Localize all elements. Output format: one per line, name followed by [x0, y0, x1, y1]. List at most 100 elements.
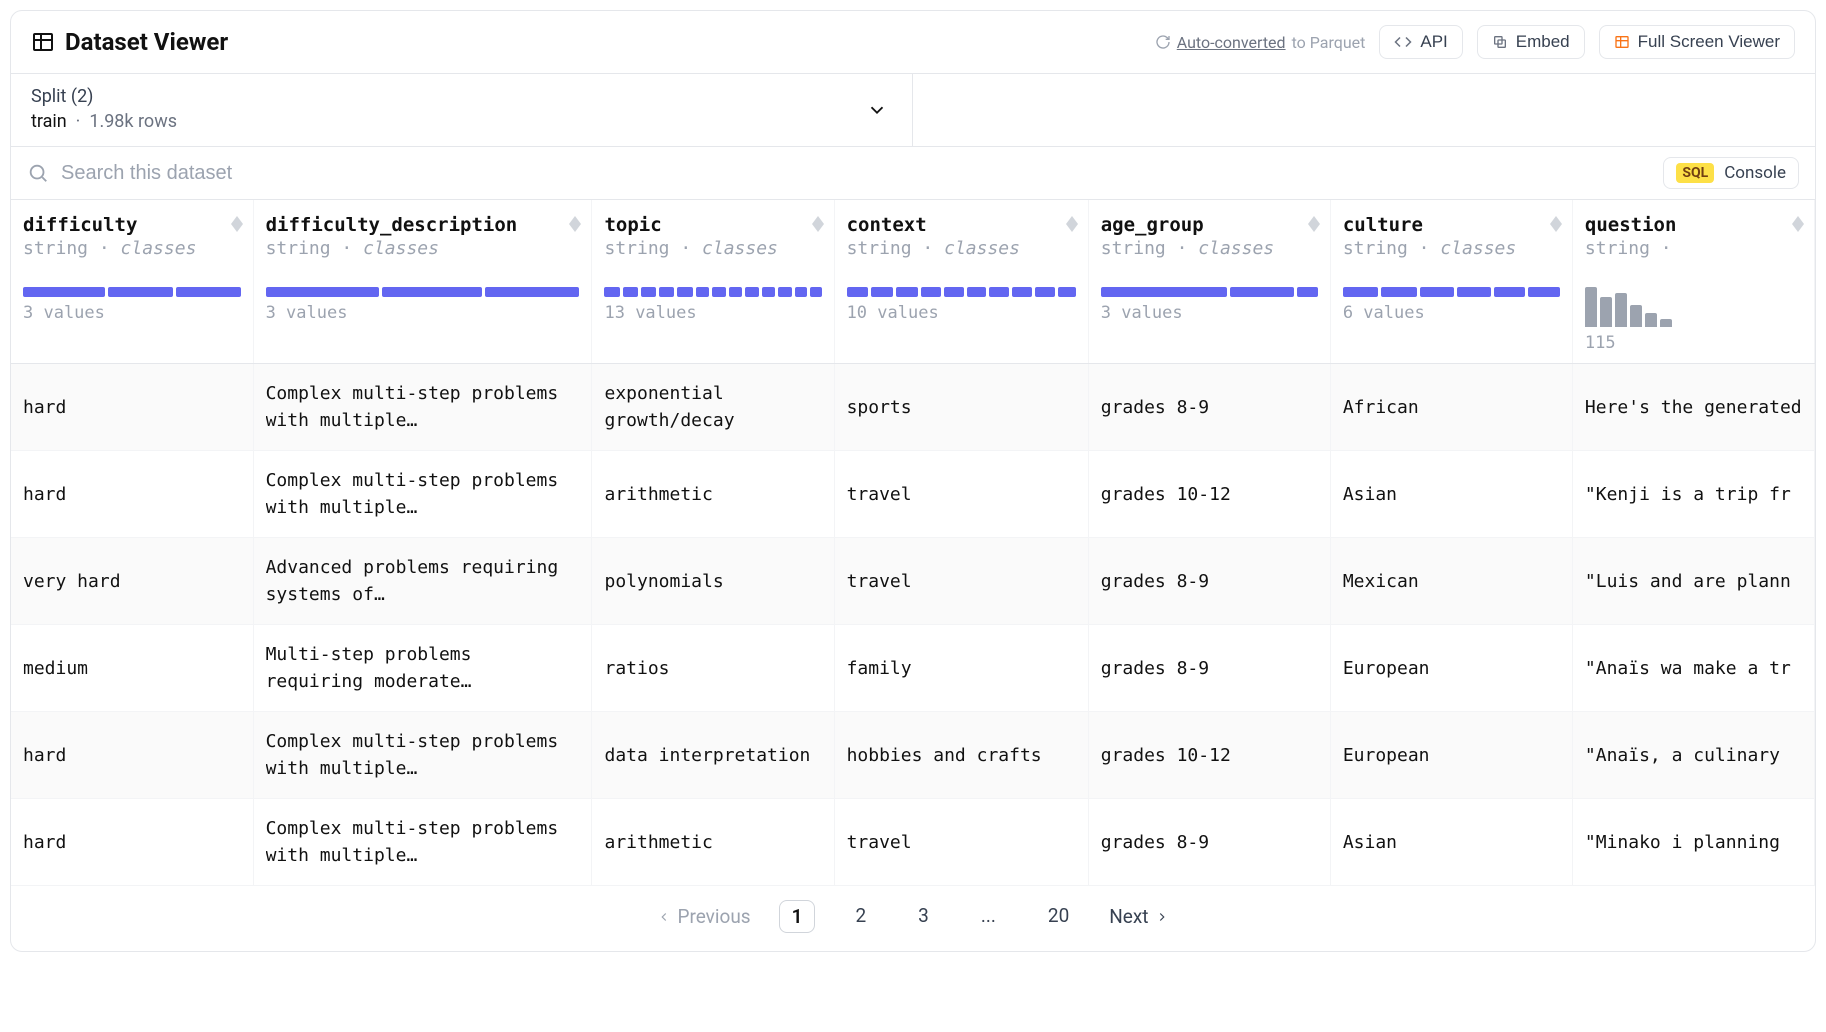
- column-header-age_group[interactable]: age_groupstring · classes3 values: [1088, 200, 1330, 364]
- column-header-topic[interactable]: topicstring · classes 13 values: [592, 200, 834, 364]
- column-name: context: [847, 214, 1076, 236]
- cell-context: sports: [834, 364, 1088, 451]
- fullscreen-button[interactable]: Full Screen Viewer: [1599, 25, 1795, 59]
- cell-topic: polynomials: [592, 538, 834, 625]
- sort-icon[interactable]: [231, 216, 243, 232]
- cell-difficulty: hard: [11, 799, 253, 886]
- search-row: SQL Console: [11, 147, 1815, 200]
- header-bar: Dataset Viewer Auto-converted to Parquet…: [11, 11, 1815, 74]
- sql-console-button[interactable]: SQL Console: [1663, 157, 1799, 189]
- data-table-wrapper: difficultystring · classes3 valuesdiffic…: [11, 200, 1815, 886]
- sql-badge: SQL: [1676, 163, 1714, 183]
- distribution-label: 13 values: [604, 303, 821, 323]
- table-row[interactable]: hardComplex multi-step problems with mul…: [11, 712, 1815, 799]
- column-type: string · classes: [266, 238, 580, 259]
- next-button[interactable]: Next: [1109, 905, 1168, 928]
- column-name: topic: [604, 214, 821, 236]
- cell-difficulty: medium: [11, 625, 253, 712]
- cell-topic: ratios: [592, 625, 834, 712]
- distribution-label: 115: [1585, 333, 1802, 353]
- cell-question: "Anaïs wa make a tr: [1572, 625, 1814, 712]
- distribution-chart[interactable]: 3 values: [266, 287, 580, 323]
- cell-context: travel: [834, 799, 1088, 886]
- page-20[interactable]: 20: [1036, 900, 1081, 933]
- table-row[interactable]: hardComplex multi-step problems with mul…: [11, 799, 1815, 886]
- api-button[interactable]: API: [1379, 25, 1462, 59]
- page-1[interactable]: 1: [779, 900, 816, 933]
- column-name: question: [1585, 214, 1802, 236]
- cell-difficulty: hard: [11, 712, 253, 799]
- sort-icon[interactable]: [1792, 216, 1804, 232]
- auto-converted-note: Auto-converted to Parquet: [1155, 33, 1366, 52]
- distribution-chart[interactable]: 10 values: [847, 287, 1076, 323]
- sort-icon[interactable]: [1066, 216, 1078, 232]
- cell-difficulty_description: Complex multi-step problems with multipl…: [253, 451, 592, 538]
- sort-icon[interactable]: [1550, 216, 1562, 232]
- cell-difficulty_description: Complex multi-step problems with multipl…: [253, 364, 592, 451]
- column-type: string · classes: [1343, 238, 1560, 259]
- cell-difficulty_description: Complex multi-step problems with multipl…: [253, 712, 592, 799]
- page-2[interactable]: 2: [843, 900, 878, 933]
- dataset-viewer-panel: Dataset Viewer Auto-converted to Parquet…: [10, 10, 1816, 952]
- cell-context: family: [834, 625, 1088, 712]
- cell-topic: data interpretation: [592, 712, 834, 799]
- column-header-culture[interactable]: culturestring · classes 6 values: [1330, 200, 1572, 364]
- cell-culture: Asian: [1330, 451, 1572, 538]
- table-row[interactable]: hardComplex multi-step problems with mul…: [11, 451, 1815, 538]
- table-row[interactable]: very hardAdvanced problems requiring sys…: [11, 538, 1815, 625]
- cell-difficulty: hard: [11, 364, 253, 451]
- cell-context: travel: [834, 538, 1088, 625]
- column-type: string ·: [1585, 238, 1802, 259]
- cell-culture: European: [1330, 712, 1572, 799]
- cell-question: "Kenji is a trip fr: [1572, 451, 1814, 538]
- refresh-icon: [1155, 34, 1171, 50]
- column-header-difficulty_description[interactable]: difficulty_descriptionstring · classes 3 …: [253, 200, 592, 364]
- column-type: string · classes: [604, 238, 821, 259]
- cell-age_group: grades 8-9: [1088, 364, 1330, 451]
- distribution-chart[interactable]: 3 values: [23, 287, 241, 323]
- cell-topic: exponential growth/decay: [592, 364, 834, 451]
- split-row: Split (2) train · 1.98k rows: [11, 74, 1815, 147]
- split-name: train: [31, 111, 67, 132]
- column-name: culture: [1343, 214, 1560, 236]
- column-type: string · classes: [1101, 238, 1318, 259]
- cell-topic: arithmetic: [592, 799, 834, 886]
- cell-question: "Minako i planning: [1572, 799, 1814, 886]
- page-3[interactable]: 3: [906, 900, 941, 933]
- column-type: string · classes: [847, 238, 1076, 259]
- sort-icon[interactable]: [1308, 216, 1320, 232]
- prev-button[interactable]: Previous: [657, 905, 750, 928]
- cell-difficulty_description: Multi-step problems requiring moderate…: [253, 625, 592, 712]
- cell-question: "Anaïs, a culinary: [1572, 712, 1814, 799]
- sort-icon[interactable]: [569, 216, 581, 232]
- split-selector[interactable]: Split (2) train · 1.98k rows: [11, 74, 913, 146]
- column-header-context[interactable]: contextstring · classes 10 values: [834, 200, 1088, 364]
- column-name: difficulty: [23, 214, 241, 236]
- table-icon: [31, 30, 55, 54]
- cell-difficulty_description: Advanced problems requiring systems of…: [253, 538, 592, 625]
- cell-age_group: grades 8-9: [1088, 625, 1330, 712]
- sort-icon[interactable]: [812, 216, 824, 232]
- column-header-question[interactable]: questionstring · 115: [1572, 200, 1814, 364]
- distribution-chart[interactable]: 3 values: [1101, 287, 1318, 323]
- table-row[interactable]: mediumMulti-step problems requiring mode…: [11, 625, 1815, 712]
- column-type: string · classes: [23, 238, 241, 259]
- distribution-label: 3 values: [1101, 303, 1318, 323]
- split-rows: 1.98k rows: [89, 111, 177, 132]
- embed-button[interactable]: Embed: [1477, 25, 1585, 59]
- distribution-chart[interactable]: 115: [1585, 287, 1802, 353]
- column-name: difficulty_description: [266, 214, 580, 236]
- distribution-label: 3 values: [266, 303, 580, 323]
- copy-icon: [1492, 34, 1508, 50]
- page-ellipsis: ...: [969, 900, 1008, 933]
- distribution-chart[interactable]: 13 values: [604, 287, 821, 323]
- data-table: difficultystring · classes3 valuesdiffic…: [11, 200, 1815, 886]
- distribution-chart[interactable]: 6 values: [1343, 287, 1560, 323]
- search-icon: [27, 162, 49, 184]
- auto-converted-link[interactable]: Auto-converted: [1177, 33, 1286, 52]
- column-header-difficulty[interactable]: difficultystring · classes 3 values: [11, 200, 253, 364]
- search-input[interactable]: [61, 162, 1663, 185]
- cell-question: "Luis and are plann: [1572, 538, 1814, 625]
- table-row[interactable]: hardComplex multi-step problems with mul…: [11, 364, 1815, 451]
- cell-context: hobbies and crafts: [834, 712, 1088, 799]
